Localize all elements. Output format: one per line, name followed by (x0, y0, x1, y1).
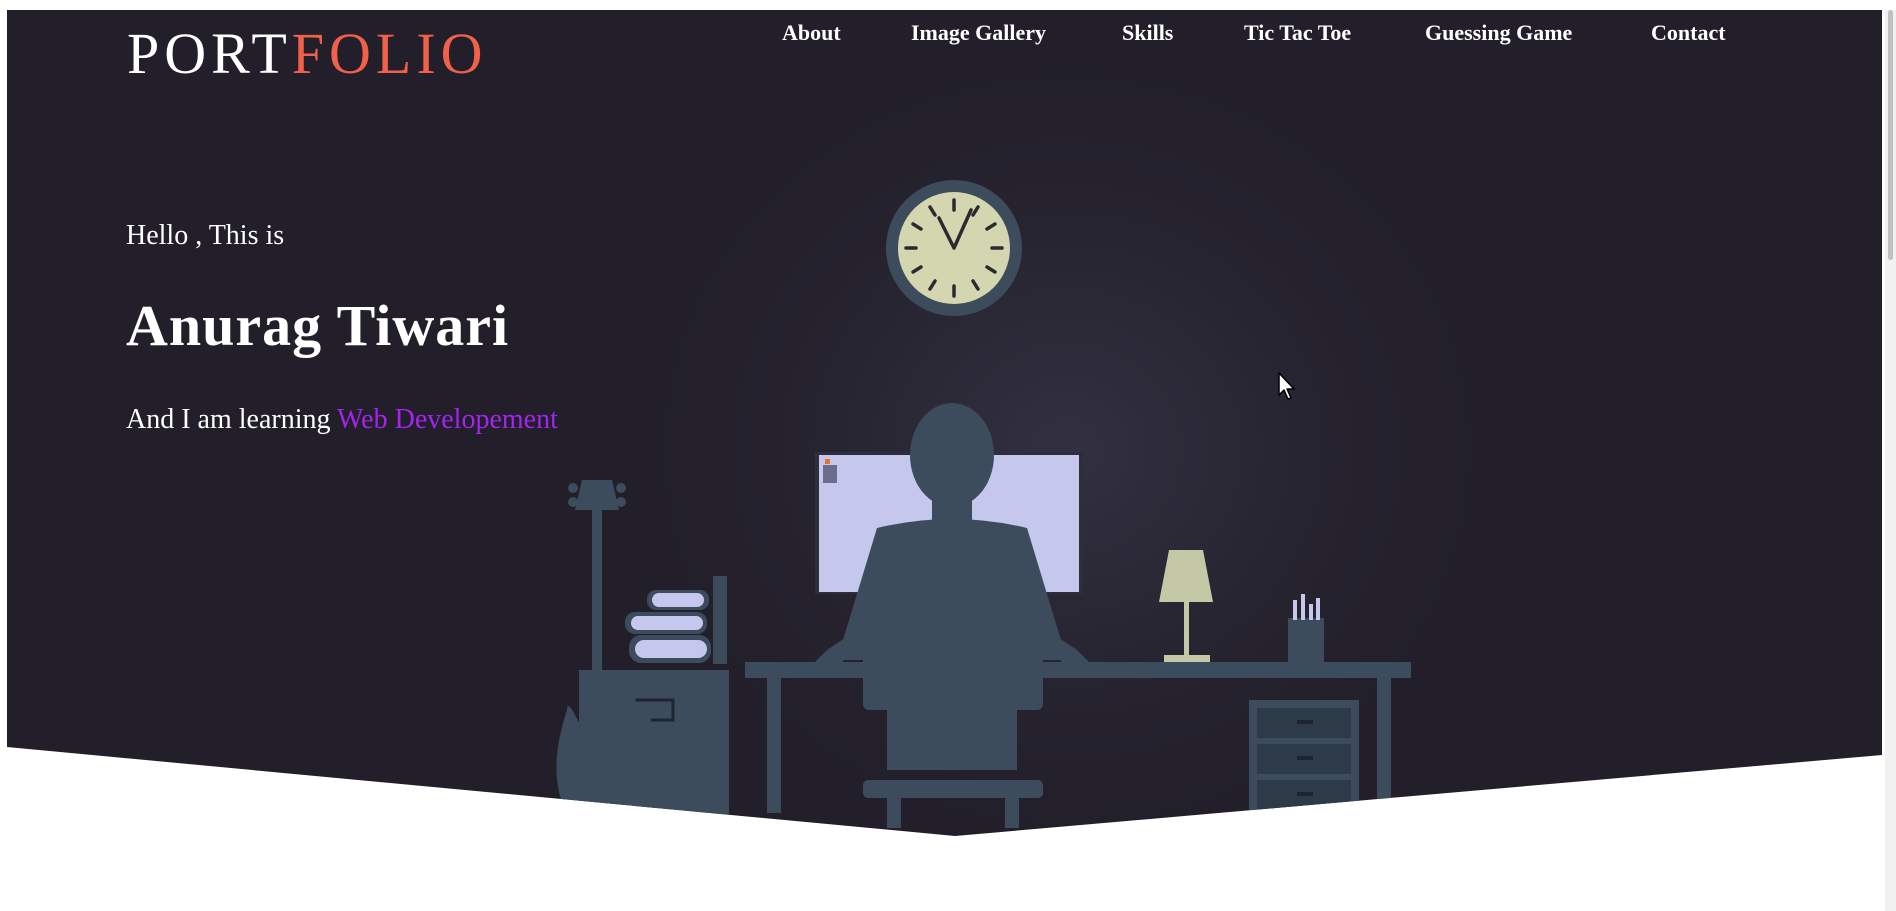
lamp-icon (1159, 550, 1213, 662)
nav-skills[interactable]: Skills (1122, 18, 1173, 48)
desk-icon (745, 662, 1411, 815)
nav-tic-tac-toe[interactable]: Tic Tac Toe (1244, 18, 1351, 48)
hero-learning: And I am learning Web Developement (126, 404, 558, 436)
page-scrollbar[interactable] (1885, 10, 1896, 911)
viewport-top (0, 0, 1896, 10)
hero-name: Anurag Tiwari (126, 293, 510, 358)
learning-highlight: Web Developement (336, 404, 558, 435)
scrollbar-thumb[interactable] (1888, 10, 1893, 260)
hero-section: PORTFOLIO About Image Gallery Skills Tic… (7, 10, 1882, 836)
nav-about[interactable]: About (782, 18, 841, 48)
nav-image-gallery[interactable]: Image Gallery (911, 18, 1046, 48)
hero-greeting: Hello , This is (126, 220, 285, 251)
main-nav: About Image Gallery Skills Tic Tac Toe G… (7, 18, 1882, 50)
learning-prefix: And I am learning (126, 404, 337, 435)
nav-guessing-game[interactable]: Guessing Game (1425, 18, 1572, 48)
chair-icon (863, 630, 1043, 828)
clock-icon (886, 180, 1022, 316)
nav-contact[interactable]: Contact (1651, 18, 1726, 48)
mouse-cursor-icon (1278, 372, 1295, 400)
pencil-cup-icon (1288, 594, 1324, 662)
